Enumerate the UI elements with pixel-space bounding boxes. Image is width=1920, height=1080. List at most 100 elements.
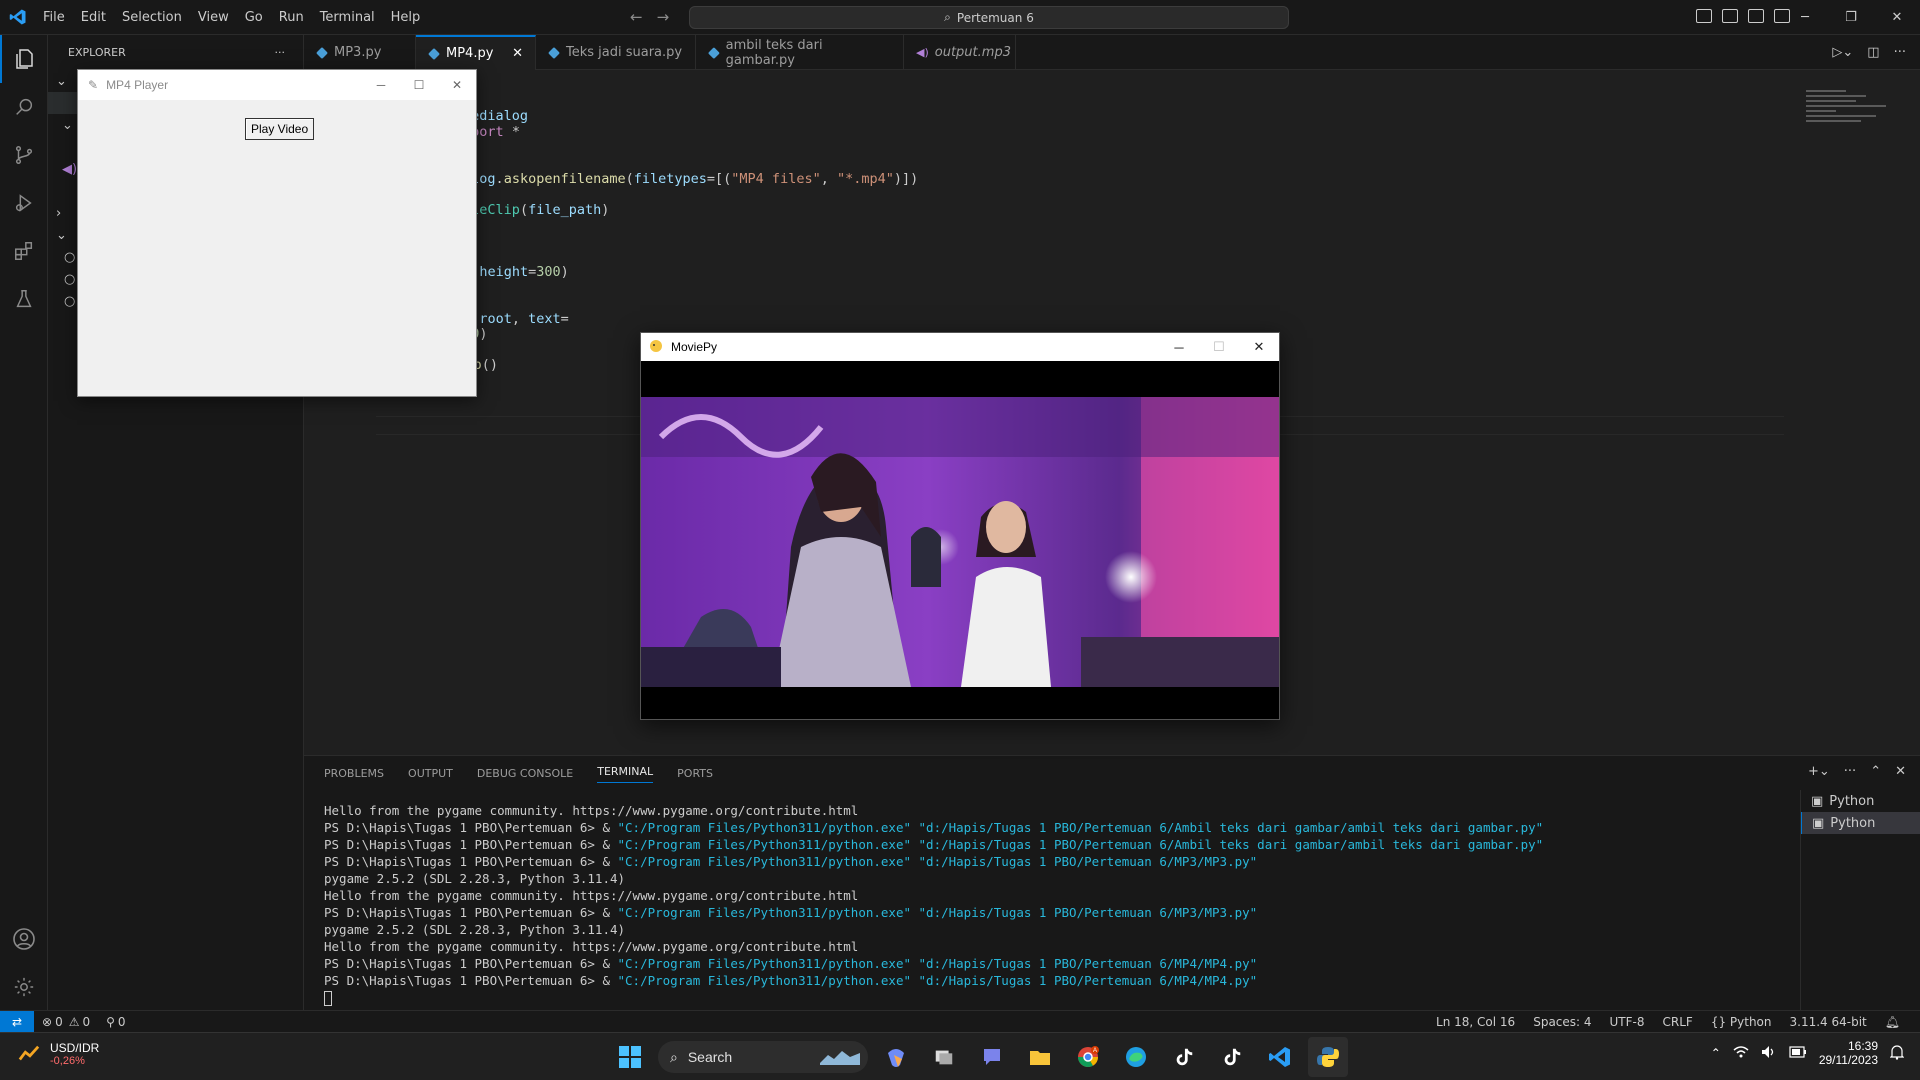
terminal-output[interactable]: Hello from the pygame community. https:/… [324, 802, 1543, 1006]
encoding[interactable]: UTF-8 [1610, 1015, 1645, 1029]
menu-run[interactable]: Run [271, 10, 312, 25]
tab-mp4-py[interactable]: MP4.py ✕ [416, 35, 536, 70]
explorer-title: EXPLORER [68, 46, 126, 59]
window-title-bar[interactable]: MoviePy ─ ☐ ✕ [641, 333, 1279, 361]
vscode-logo-icon[interactable] [0, 0, 35, 35]
tiktok-icon[interactable] [1212, 1037, 1252, 1077]
minimize-icon[interactable]: ─ [362, 70, 400, 100]
testing-icon[interactable] [0, 275, 48, 323]
clock[interactable]: 16:39 29/11/2023 [1819, 1039, 1878, 1067]
chevron-up-icon[interactable]: ⌃ [1711, 1046, 1721, 1060]
chrome-icon[interactable]: A [1068, 1037, 1108, 1077]
more-actions-icon[interactable]: ··· [1844, 764, 1856, 779]
taskbar-search[interactable]: ⌕ Search [658, 1041, 868, 1073]
menu-selection[interactable]: Selection [114, 10, 190, 25]
wifi-icon[interactable] [1733, 1045, 1749, 1062]
terminal-item-selected[interactable]: ▣ Python [1801, 812, 1920, 834]
back-arrow-icon[interactable]: ← [630, 8, 643, 26]
tab-ports[interactable]: PORTS [677, 767, 713, 780]
terminal-line: PS D:\Hapis\Tugas 1 PBO\Pertemuan 6> & "… [324, 836, 1543, 853]
window-title-bar[interactable]: ✎ MP4 Player ─ ☐ ✕ [78, 70, 476, 100]
tab-output-mp3[interactable]: ◀) output.mp3 [904, 35, 1016, 70]
close-icon[interactable]: ✕ [438, 70, 476, 100]
menu-go[interactable]: Go [237, 10, 271, 25]
error-icon[interactable]: ⊗ [42, 1015, 52, 1029]
indentation[interactable]: Spaces: 4 [1533, 1015, 1591, 1029]
menu-view[interactable]: View [190, 10, 237, 25]
more-actions-icon[interactable]: ··· [275, 46, 286, 59]
tiktok-icon[interactable] [1164, 1037, 1204, 1077]
ticker-change: -0,26% [50, 1055, 85, 1067]
tab-mp3-py[interactable]: MP3.py [304, 35, 416, 70]
notification-bell-icon[interactable] [1889, 1044, 1905, 1063]
split-editor-icon[interactable]: ◫ [1867, 45, 1879, 60]
tab-terminal[interactable]: TERMINAL [597, 765, 654, 783]
task-view-icon[interactable] [924, 1037, 964, 1077]
new-terminal-icon[interactable]: +⌄ [1808, 764, 1830, 779]
terminal-script-path: "d:/Hapis/Tugas 1 PBO/Pertemuan 6/Ambil … [911, 837, 1544, 852]
bottom-panel: PROBLEMS OUTPUT DEBUG CONSOLE TERMINAL P… [304, 755, 1920, 1010]
tab-teks-jadi-suara[interactable]: Teks jadi suara.py [536, 35, 696, 70]
more-actions-icon[interactable]: ··· [1894, 45, 1906, 60]
terminal-line: Hello from the pygame community. https:/… [324, 802, 1543, 819]
ports-icon[interactable]: ⚲ [106, 1015, 115, 1029]
toggle-panel-icon[interactable] [1722, 9, 1738, 23]
maximize-panel-icon[interactable]: ⌃ [1870, 764, 1881, 779]
notifications-bell-icon[interactable]: 🔔︎ [1885, 1015, 1900, 1029]
language-label: Python [1729, 1015, 1772, 1029]
source-control-icon[interactable] [0, 131, 48, 179]
cursor-position[interactable]: Ln 18, Col 16 [1436, 1015, 1515, 1029]
menu-help[interactable]: Help [383, 10, 429, 25]
vscode-icon[interactable] [1260, 1037, 1300, 1077]
play-video-button[interactable]: Play Video [245, 118, 315, 140]
python-file-icon [316, 46, 328, 59]
menu-edit[interactable]: Edit [73, 10, 114, 25]
file-explorer-icon[interactable] [1020, 1037, 1060, 1077]
run-debug-icon[interactable] [0, 179, 48, 227]
close-icon[interactable]: ✕ [1239, 333, 1279, 361]
stock-widget[interactable]: USD/IDR -0,26% [18, 1041, 99, 1067]
language-mode[interactable]: {} Python [1711, 1015, 1772, 1029]
minimap[interactable] [1806, 90, 1896, 130]
explorer-icon[interactable] [0, 35, 48, 83]
tab-debug-console[interactable]: DEBUG CONSOLE [477, 767, 573, 780]
terminal-cursor [324, 991, 332, 1006]
python-interpreter[interactable]: 3.11.4 64-bit [1790, 1015, 1867, 1029]
terminal-line: PS D:\Hapis\Tugas 1 PBO\Pertemuan 6> & "… [324, 972, 1543, 989]
run-python-icon[interactable]: ▷⌄ [1832, 45, 1853, 60]
settings-gear-icon[interactable] [0, 963, 48, 1011]
close-tab-icon[interactable]: ✕ [512, 46, 523, 61]
tab-ambil-teks[interactable]: ambil teks dari gambar.py [696, 35, 904, 70]
extensions-icon[interactable] [0, 227, 48, 275]
python-app-icon[interactable] [1308, 1037, 1348, 1077]
accounts-icon[interactable] [0, 915, 48, 963]
terminal-exe-path: "C:/Program Files/Python311/python.exe" [617, 973, 912, 988]
search-icon[interactable] [0, 83, 48, 131]
line-ending[interactable]: CRLF [1663, 1015, 1693, 1029]
close-icon[interactable]: ✕ [1874, 0, 1920, 35]
terminal-prompt-line[interactable] [324, 989, 1543, 1006]
edge-icon[interactable] [1116, 1037, 1156, 1077]
tab-output[interactable]: OUTPUT [408, 767, 453, 780]
maximize-icon[interactable]: ☐ [400, 70, 438, 100]
minimize-icon[interactable]: ─ [1782, 0, 1828, 35]
speaker-icon[interactable] [1761, 1045, 1777, 1062]
close-panel-icon[interactable]: ✕ [1895, 764, 1906, 779]
teams-chat-icon[interactable] [972, 1037, 1012, 1077]
toggle-secondary-sidebar-icon[interactable] [1748, 9, 1764, 23]
terminal-item[interactable]: ▣ Python [1801, 790, 1920, 812]
command-center-search[interactable]: ⌕ Pertemuan 6 [689, 6, 1289, 29]
battery-icon[interactable] [1789, 1045, 1807, 1061]
terminal-exe-path: "C:/Program Files/Python311/python.exe" [617, 837, 912, 852]
copilot-icon[interactable] [876, 1037, 916, 1077]
menu-file[interactable]: File [35, 10, 73, 25]
remote-indicator-icon[interactable]: ⇄ [0, 1010, 34, 1033]
restore-icon[interactable]: ❐ [1828, 0, 1874, 35]
toggle-primary-sidebar-icon[interactable] [1696, 9, 1712, 23]
menu-terminal[interactable]: Terminal [312, 10, 383, 25]
minimize-icon[interactable]: ─ [1159, 333, 1199, 361]
windows-start-icon[interactable] [610, 1037, 650, 1077]
warning-icon[interactable]: ⚠ [69, 1015, 80, 1029]
tab-problems[interactable]: PROBLEMS [324, 767, 384, 780]
forward-arrow-icon[interactable]: → [657, 8, 670, 26]
